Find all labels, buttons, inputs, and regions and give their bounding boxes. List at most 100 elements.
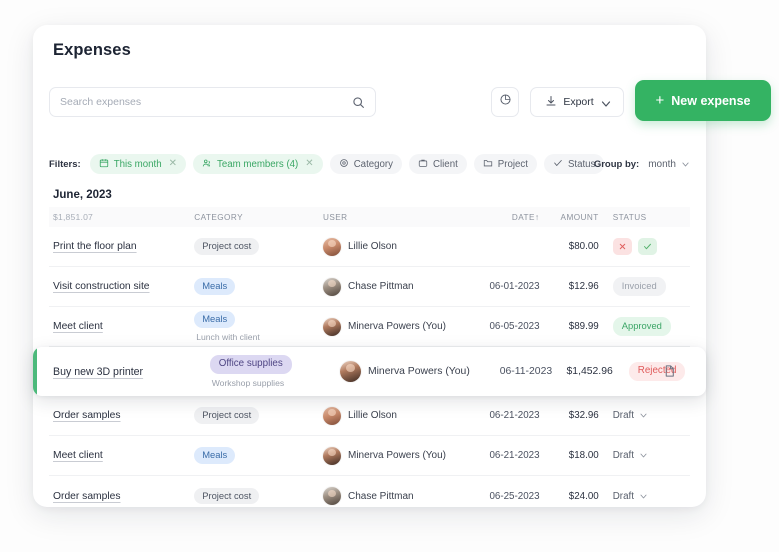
category-chip: Meals bbox=[194, 447, 236, 464]
new-expense-label: New expense bbox=[671, 93, 751, 108]
pie-chart-icon bbox=[499, 93, 512, 111]
reject-button[interactable] bbox=[612, 238, 632, 255]
table-row[interactable]: Meet client Meals Lunch with client Mine… bbox=[49, 307, 690, 347]
remove-filter-icon[interactable]: ✕ bbox=[169, 159, 177, 169]
filter-chip-label: Client bbox=[433, 158, 458, 170]
table-row-selected[interactable]: Buy new 3D printer Office supplies Works… bbox=[33, 347, 706, 396]
table-header: $1,851.07 CATEGORY USER DATE↑ AMOUNT STA… bbox=[49, 207, 690, 227]
category-chip: Project cost bbox=[194, 238, 260, 255]
avatar bbox=[323, 487, 341, 505]
filter-chip-label: Team members (4) bbox=[217, 158, 299, 170]
user-name: Chase Pittman bbox=[348, 490, 414, 502]
avatar bbox=[339, 361, 361, 382]
search-icon bbox=[352, 96, 365, 109]
filter-chip-team-members[interactable]: Team members (4) ✕ bbox=[193, 154, 323, 174]
expense-date: 06-01-2023 bbox=[489, 281, 540, 292]
chevron-down-icon bbox=[600, 98, 610, 107]
expense-note: Lunch with client bbox=[196, 331, 260, 342]
filter-chip-label: Category bbox=[353, 158, 393, 170]
expense-name-link[interactable]: Order samples bbox=[53, 491, 121, 502]
expense-note: Workshop supplies bbox=[211, 377, 285, 388]
user-name: Lillie Olson bbox=[348, 410, 397, 421]
expense-date: 06-11-2023 bbox=[499, 366, 553, 377]
expense-name-link[interactable]: Meet client bbox=[53, 450, 103, 461]
remove-filter-icon[interactable]: ✕ bbox=[305, 159, 313, 169]
table-row[interactable]: Print the floor plan Project cost Lillie… bbox=[49, 227, 690, 267]
expense-name-link[interactable]: Visit construction site bbox=[53, 281, 150, 292]
avatar bbox=[323, 237, 341, 256]
tag-icon bbox=[339, 158, 349, 171]
column-header-date[interactable]: DATE↑ bbox=[461, 212, 539, 222]
user-name: Minerva Powers (You) bbox=[348, 321, 447, 332]
status-label: Draft bbox=[612, 490, 634, 502]
category-chip: Meals bbox=[194, 278, 236, 295]
filter-chip-this-month[interactable]: This month ✕ bbox=[89, 154, 186, 174]
plus-icon: + bbox=[655, 92, 665, 109]
expense-date: 06-25-2023 bbox=[489, 490, 540, 502]
users-icon bbox=[202, 158, 212, 171]
avatar bbox=[323, 277, 341, 296]
expenses-card: Expenses Search expenses Export + New ex… bbox=[33, 25, 771, 507]
chevron-down-icon bbox=[681, 160, 690, 169]
expense-date: 06-21-2023 bbox=[489, 450, 540, 461]
document-icon[interactable] bbox=[663, 364, 676, 379]
search-input[interactable] bbox=[60, 96, 352, 108]
filter-chip-category[interactable]: Category bbox=[329, 154, 402, 174]
table-body: Print the floor plan Project cost Lillie… bbox=[33, 227, 706, 516]
chart-view-button[interactable] bbox=[491, 87, 519, 117]
approve-button[interactable] bbox=[637, 238, 657, 255]
user-name: Lillie Olson bbox=[348, 241, 397, 252]
category-chip: Project cost bbox=[194, 407, 260, 424]
new-expense-button[interactable]: + New expense bbox=[635, 80, 771, 121]
filters-label: Filters: bbox=[49, 158, 81, 170]
toolbar: Export + New expense bbox=[49, 80, 771, 125]
download-icon bbox=[545, 95, 557, 110]
user-name: Minerva Powers (You) bbox=[367, 366, 470, 377]
table-row[interactable]: Order samples Project cost Chase Pittman… bbox=[49, 476, 690, 516]
export-button[interactable]: Export bbox=[530, 87, 624, 117]
expense-date: 06-21-2023 bbox=[489, 410, 540, 421]
user-name: Minerva Powers (You) bbox=[348, 450, 447, 461]
filter-chip-project[interactable]: Project bbox=[473, 154, 537, 174]
group-title: June, 2023 bbox=[53, 189, 112, 201]
expense-amount: $32.96 bbox=[568, 410, 599, 421]
search-box[interactable] bbox=[49, 87, 376, 117]
table-row[interactable]: Order samples Project cost Lillie Olson … bbox=[49, 396, 690, 436]
avatar bbox=[323, 406, 341, 425]
expense-amount: $12.96 bbox=[568, 281, 599, 292]
column-header-user: USER bbox=[323, 212, 348, 222]
status-dropdown[interactable]: Draft bbox=[613, 450, 648, 461]
group-by: Group by: month bbox=[594, 153, 690, 175]
table-row[interactable]: Meet client Meals Minerva Powers (You) 0… bbox=[49, 436, 690, 476]
status-dropdown[interactable]: Draft bbox=[613, 410, 648, 421]
chevron-down-icon bbox=[639, 492, 648, 501]
expenses-table: June, 2023 $1,851.07 CATEGORY USER DATE↑… bbox=[33, 189, 706, 516]
expense-name-link[interactable]: Buy new 3D printer bbox=[53, 366, 143, 378]
column-header-amount: AMOUNT bbox=[560, 212, 599, 222]
expense-name-link[interactable]: Print the floor plan bbox=[53, 241, 137, 252]
table-row[interactable]: Visit construction site Meals Chase Pitt… bbox=[49, 267, 690, 307]
status-label: Draft bbox=[612, 410, 634, 421]
status-badge: Approved bbox=[612, 317, 671, 336]
expense-name-link[interactable]: Order samples bbox=[53, 410, 121, 421]
expense-amount: $24.00 bbox=[568, 490, 599, 502]
avatar bbox=[323, 317, 341, 336]
status-dropdown[interactable]: Draft bbox=[613, 491, 648, 502]
status-badge: Rejected bbox=[628, 362, 686, 381]
user-name: Chase Pittman bbox=[348, 281, 414, 292]
group-total: $1,851.07 bbox=[53, 212, 94, 222]
approval-actions bbox=[612, 238, 690, 255]
calendar-icon bbox=[99, 158, 109, 171]
category-chip: Meals bbox=[194, 311, 236, 328]
status-label: Draft bbox=[612, 450, 634, 461]
expense-amount: $89.99 bbox=[568, 321, 599, 332]
filter-chip-client[interactable]: Client bbox=[409, 154, 467, 174]
check-icon bbox=[553, 158, 563, 171]
expense-name-link[interactable]: Meet client bbox=[53, 321, 103, 332]
group-by-select[interactable]: month bbox=[648, 159, 690, 170]
highlighted-row-slot: Buy new 3D printer Office supplies Works… bbox=[33, 347, 706, 396]
column-header-date-label: DATE bbox=[511, 213, 535, 222]
expense-amount: $18.00 bbox=[568, 450, 599, 461]
filter-chip-label: Status bbox=[567, 158, 596, 170]
app-page: Expenses Search expenses Export + New ex… bbox=[0, 0, 779, 552]
